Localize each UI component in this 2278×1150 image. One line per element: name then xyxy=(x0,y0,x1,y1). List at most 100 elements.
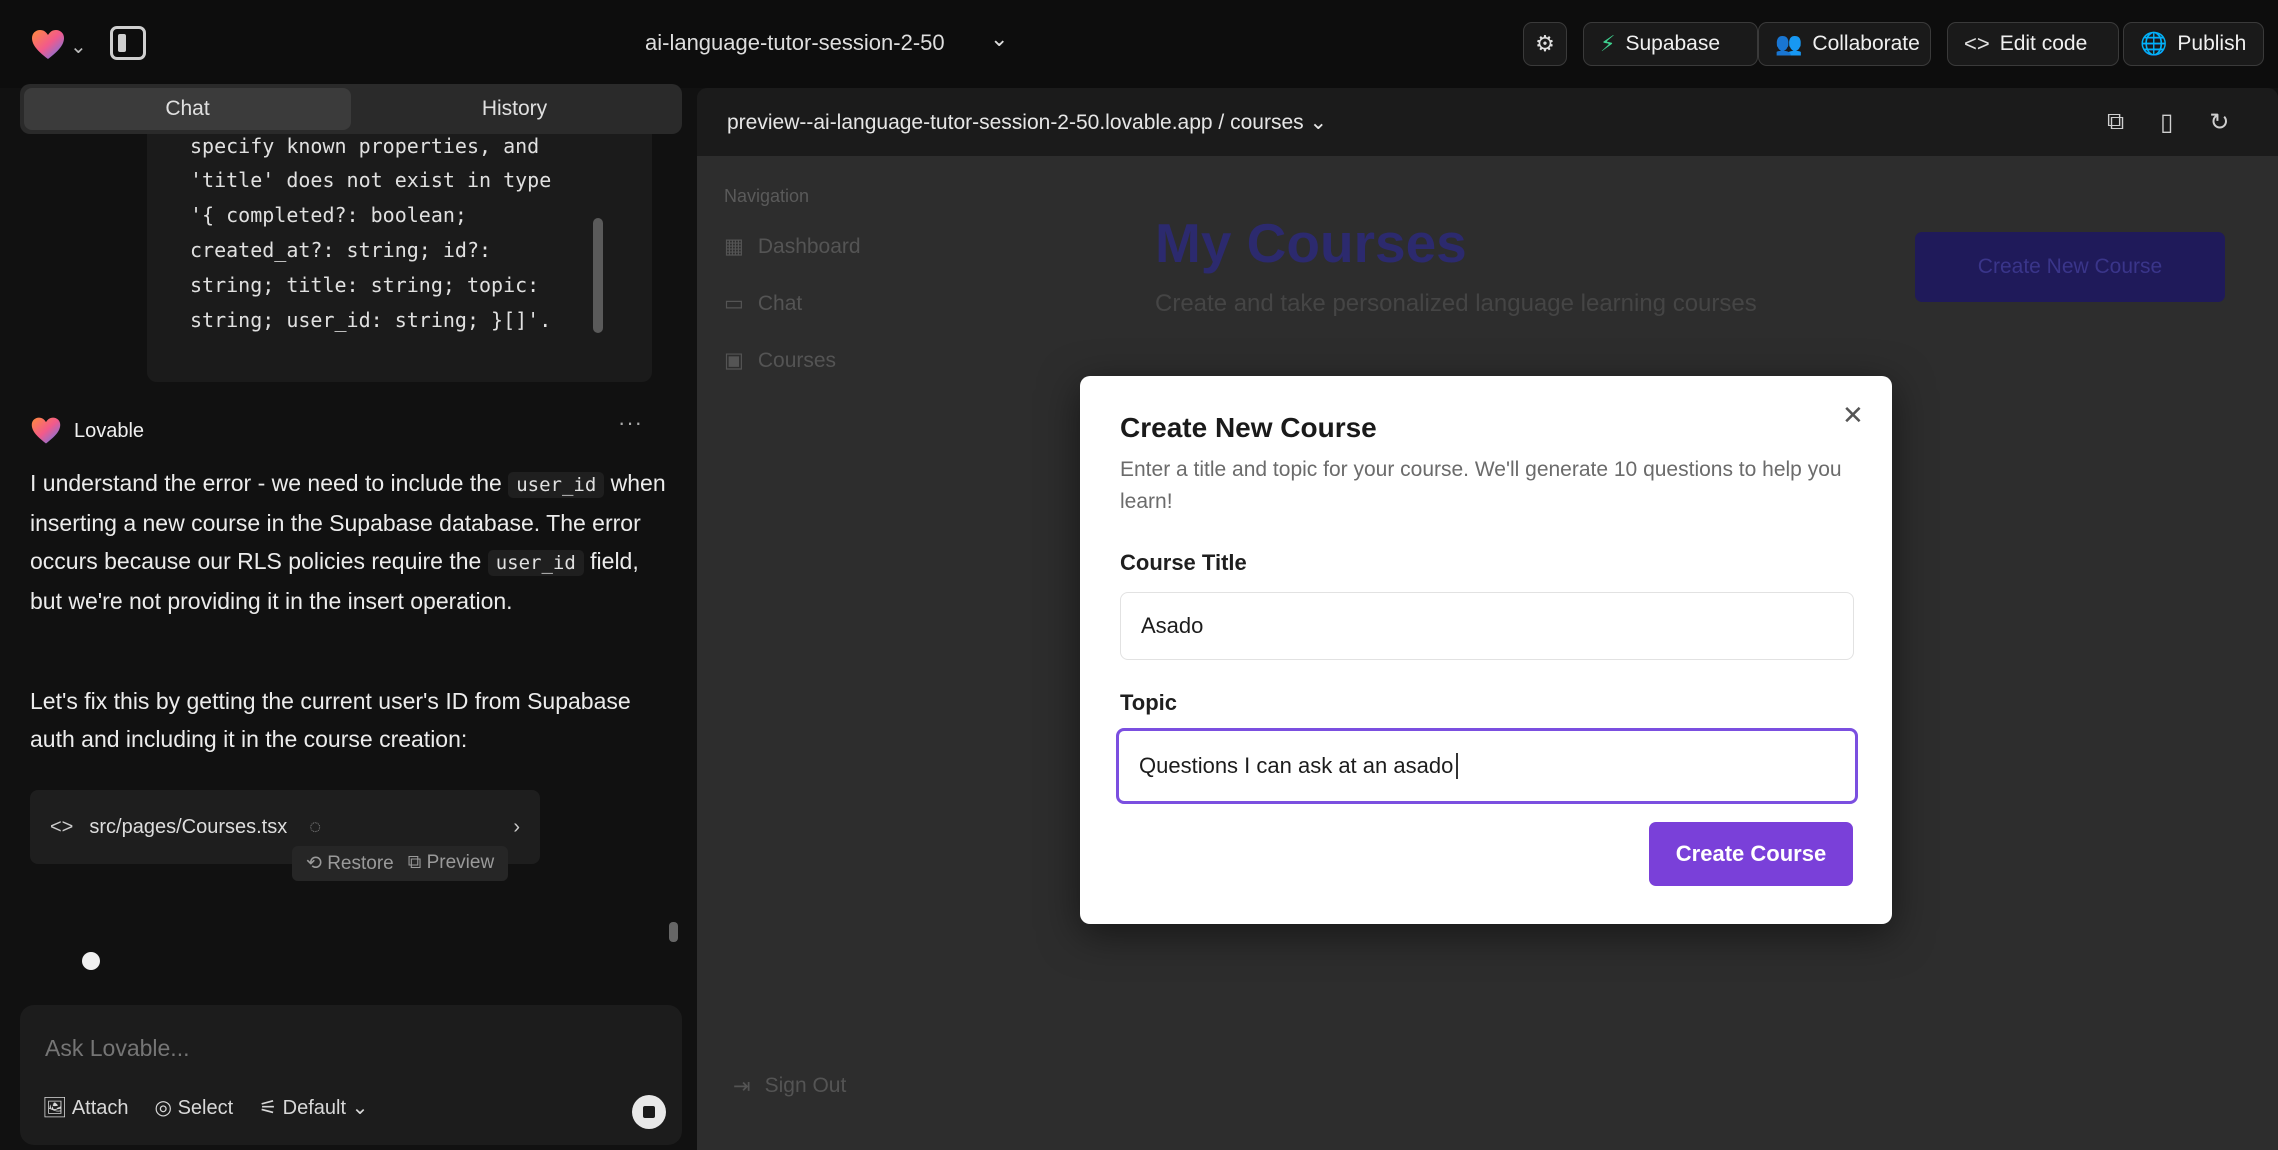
chat-composer: 🖼 Attach ◎ Select ⚟ Default ⌄ xyxy=(20,1005,682,1145)
preview-button[interactable]: ⧉ Preview xyxy=(408,852,494,875)
page-title: My Courses xyxy=(1155,211,1467,275)
code-line: '{ completed?: boolean; xyxy=(190,203,467,227)
image-icon: 🖼 xyxy=(42,1097,67,1119)
dialog-description: Enter a title and topic for your course.… xyxy=(1120,454,1860,518)
chevron-down-icon[interactable]: ⌄ xyxy=(70,34,87,59)
close-icon[interactable]: ✕ xyxy=(1842,400,1864,431)
target-icon: ◎ xyxy=(155,1097,172,1119)
sign-out-button[interactable]: ⇥ Sign Out xyxy=(733,1074,846,1099)
supabase-label: Supabase xyxy=(1625,32,1720,56)
code-icon: <> xyxy=(50,816,73,839)
mode-label: Default xyxy=(283,1097,346,1119)
project-name[interactable]: ai-language-tutor-session-2-50 xyxy=(645,30,945,56)
create-new-course-button[interactable]: Create New Course xyxy=(1915,232,2225,302)
mobile-icon[interactable]: ▯ xyxy=(2160,108,2173,137)
loading-spinner-icon: ◌ xyxy=(309,816,321,839)
assistant-message: Let's fix this by getting the current us… xyxy=(30,682,670,758)
nav-label: Dashboard xyxy=(758,235,861,259)
users-icon: 👥 xyxy=(1775,31,1802,57)
course-title-input[interactable]: Asado xyxy=(1120,592,1854,660)
settings-button[interactable]: ⚙ xyxy=(1523,22,1567,66)
typing-indicator xyxy=(82,952,100,970)
restore-button[interactable]: ⟲ Restore xyxy=(306,852,394,875)
nav-label: Chat xyxy=(758,292,802,316)
publish-button[interactable]: 🌐 Publish xyxy=(2123,22,2264,66)
collaborate-label: Collaborate xyxy=(1812,32,1919,56)
code-line: specify known properties, and xyxy=(190,134,539,158)
topic-label: Topic xyxy=(1120,690,1177,716)
code-content: specify known properties, and 'title' do… xyxy=(147,134,607,382)
chevron-down-icon[interactable]: ⌄ xyxy=(990,26,1008,52)
more-options-icon[interactable]: ··· xyxy=(618,410,643,436)
topic-input[interactable]: Questions I can ask at an asado xyxy=(1116,728,1858,804)
lightning-icon: ⚡ xyxy=(1600,31,1615,57)
error-code-block: specify known properties, and 'title' do… xyxy=(147,134,652,382)
create-course-dialog: Create New Course ✕ Enter a title and to… xyxy=(1080,376,1892,924)
tab-history[interactable]: History xyxy=(351,88,678,130)
message-icon: ▭ xyxy=(724,291,744,316)
attach-label: Attach xyxy=(72,1097,129,1119)
attach-button[interactable]: 🖼 Attach xyxy=(42,1095,129,1120)
restore-label: Restore xyxy=(327,853,394,874)
logout-icon: ⇥ xyxy=(733,1074,751,1099)
page-subtitle: Create and take personalized language le… xyxy=(1155,290,1757,318)
refresh-icon[interactable]: ↻ xyxy=(2209,108,2229,137)
code-line: created_at?: string; id?: xyxy=(190,238,491,262)
stop-button[interactable] xyxy=(632,1095,666,1129)
nav-item-dashboard[interactable]: ▦ Dashboard xyxy=(724,234,861,259)
mode-select[interactable]: ⚟ Default ⌄ xyxy=(259,1095,368,1120)
preview-url-bar: preview--ai-language-tutor-session-2-50.… xyxy=(697,88,2278,156)
nav-label: Courses xyxy=(758,349,836,373)
topic-value: Questions I can ask at an asado xyxy=(1139,753,1453,779)
code-scrollbar[interactable] xyxy=(593,218,603,333)
edit-code-button[interactable]: <> Edit code xyxy=(1947,22,2119,66)
chat-scrollbar[interactable] xyxy=(669,922,678,942)
inline-code: user_id xyxy=(508,472,604,498)
code-icon: <> xyxy=(1964,31,1990,57)
edit-code-label: Edit code xyxy=(2000,32,2088,56)
nav-heading: Navigation xyxy=(724,186,809,207)
gear-icon: ⚙ xyxy=(1535,31,1555,57)
url-text: preview--ai-language-tutor-session-2-50.… xyxy=(727,111,1304,134)
top-bar: ⌄ ai-language-tutor-session-2-50 ⌄ ⚙ ⚡ S… xyxy=(0,0,2278,88)
assistant-message: I understand the error - we need to incl… xyxy=(30,464,670,620)
text-cursor xyxy=(1456,753,1458,779)
code-line: string; title: string; topic: xyxy=(190,273,539,297)
assistant-header: Lovable xyxy=(30,415,144,447)
message-text: I understand the error - we need to incl… xyxy=(30,470,502,496)
globe-icon: 🌐 xyxy=(2140,31,2167,57)
sidebar-toggle-icon[interactable] xyxy=(110,26,146,60)
nav-item-courses[interactable]: ▣ Courses xyxy=(724,348,836,373)
code-line: 'title' does not exist in type xyxy=(190,168,551,192)
course-title-label: Course Title xyxy=(1120,550,1247,576)
chat-history-tabs: Chat History xyxy=(20,84,682,134)
tab-chat[interactable]: Chat xyxy=(24,88,351,130)
chevron-right-icon[interactable]: › xyxy=(513,816,520,839)
assistant-name: Lovable xyxy=(74,420,144,443)
file-path: src/pages/Courses.tsx xyxy=(89,816,287,839)
chat-input[interactable] xyxy=(45,1035,645,1062)
course-title-value: Asado xyxy=(1141,613,1203,639)
create-course-button[interactable]: Create Course xyxy=(1649,822,1853,886)
code-line: string; user_id: string; }[]'. xyxy=(190,308,551,332)
file-actions: ⟲ Restore ⧉ Preview xyxy=(292,846,508,881)
publish-label: Publish xyxy=(2177,32,2246,56)
select-button[interactable]: ◎ Select xyxy=(155,1095,234,1120)
preview-url[interactable]: preview--ai-language-tutor-session-2-50.… xyxy=(727,110,1327,135)
collaborate-button[interactable]: 👥 Collaborate xyxy=(1758,22,1931,66)
chevron-down-icon: ⌄ xyxy=(1309,111,1327,134)
chevron-down-icon: ⌄ xyxy=(352,1097,369,1119)
grid-icon: ▦ xyxy=(724,234,744,259)
lovable-heart-icon[interactable] xyxy=(30,27,66,63)
supabase-button[interactable]: ⚡ Supabase xyxy=(1583,22,1758,66)
preview-tools: ⧉ ▯ ↻ xyxy=(2107,108,2229,137)
lovable-heart-icon xyxy=(30,415,62,447)
book-icon: ▣ xyxy=(724,348,744,373)
nav-item-chat[interactable]: ▭ Chat xyxy=(724,291,802,316)
dialog-title: Create New Course xyxy=(1120,412,1377,444)
external-link-icon[interactable]: ⧉ xyxy=(2107,108,2124,137)
sign-out-label: Sign Out xyxy=(765,1074,847,1099)
sliders-icon: ⚟ xyxy=(259,1097,277,1119)
preview-label: Preview xyxy=(427,852,495,873)
inline-code: user_id xyxy=(488,550,584,576)
